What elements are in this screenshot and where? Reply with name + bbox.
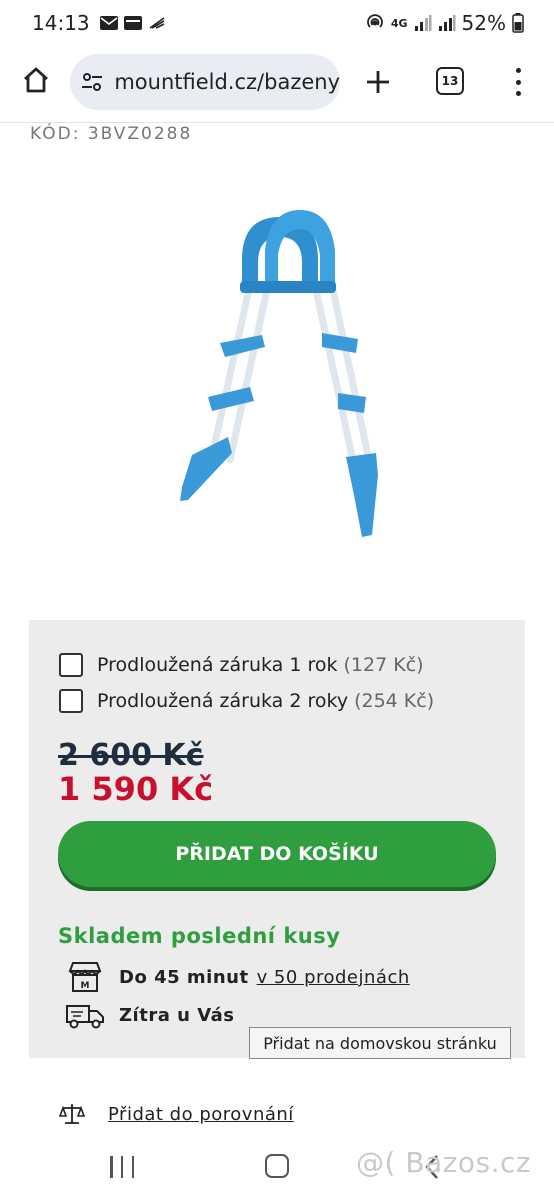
email-icon — [99, 16, 118, 30]
signal-icon — [414, 15, 432, 31]
site-settings-icon[interactable] — [80, 68, 104, 96]
nav-home-button[interactable] — [265, 1154, 289, 1178]
checkbox[interactable] — [59, 689, 83, 713]
tab-count: 13 — [441, 74, 459, 88]
add-to-homescreen-tooltip: Přidat na domovskou stránku — [249, 1027, 511, 1059]
home-icon — [24, 67, 48, 93]
warranty-option-1[interactable]: Prodloužená záruka 1 rok (127 Kč) — [59, 653, 424, 677]
product-image[interactable] — [170, 205, 390, 550]
delivery-truck-icon — [65, 998, 105, 1032]
new-tab-button[interactable] — [360, 60, 396, 104]
checkbox[interactable] — [59, 653, 83, 677]
option-price: (254 Kč) — [354, 690, 435, 712]
signal-wave-icon — [149, 17, 165, 29]
home-delivery-row: Zítra u Vás — [65, 998, 235, 1032]
delivery-text: Zítra u Vás — [119, 1004, 235, 1026]
status-time: 14:13 — [32, 11, 90, 35]
status-right: 4G 52% — [365, 11, 524, 35]
stores-link[interactable]: v 50 prodejnách — [257, 967, 410, 988]
tab-switcher-button[interactable]: 13 — [436, 67, 464, 95]
compare-link-row[interactable]: Přidat do porovnání — [58, 1100, 294, 1128]
status-bar: 14:13 4G 52% — [0, 0, 554, 46]
option-label: Prodloužená záruka 2 roky — [97, 690, 349, 712]
card-icon — [123, 16, 142, 30]
menu-icon[interactable] — [506, 64, 530, 100]
hotspot-icon — [367, 14, 383, 28]
current-price: 1 590 Kč — [58, 770, 214, 808]
signal-icon-2 — [438, 15, 456, 31]
option-price: (127 Kč) — [343, 654, 424, 676]
stock-status: Skladem poslední kusy — [58, 924, 341, 948]
recent-apps-button[interactable] — [110, 1156, 134, 1178]
add-to-compare-link[interactable]: Přidat do porovnání — [108, 1104, 294, 1125]
toolbar-divider — [0, 122, 554, 123]
option-label: Prodloužená záruka 1 rok — [97, 654, 338, 676]
store-pickup-row: M Do 45 minut v 50 prodejnách — [65, 960, 410, 994]
svg-text:M: M — [81, 981, 90, 991]
product-code: KÓD: 3BVZ0288 — [30, 124, 193, 144]
watermark: @( Bazos.cz — [356, 1146, 532, 1179]
store-icon: M — [65, 960, 105, 994]
address-bar[interactable]: mountfield.cz/bazeny — [70, 54, 340, 110]
pickup-time: Do 45 minut — [119, 966, 249, 988]
plus-icon — [367, 71, 389, 93]
home-button[interactable] — [16, 58, 56, 102]
browser-toolbar: mountfield.cz/bazeny 13 — [0, 46, 554, 122]
network-type: 4G — [390, 16, 408, 30]
old-price: 2 600 Kč — [58, 738, 204, 773]
battery-percent: 52% — [461, 11, 506, 35]
purchase-panel: Prodloužená záruka 1 rok (127 Kč) Prodlo… — [29, 620, 525, 1058]
battery-icon — [512, 13, 524, 33]
add-to-cart-button[interactable]: PŘIDAT DO KOŠÍKU — [58, 821, 496, 887]
warranty-option-2[interactable]: Prodloužená záruka 2 roky (254 Kč) — [59, 689, 434, 713]
url-text: mountfield.cz/bazeny — [114, 70, 340, 94]
notification-icons — [99, 16, 166, 30]
scales-icon — [58, 1100, 86, 1128]
